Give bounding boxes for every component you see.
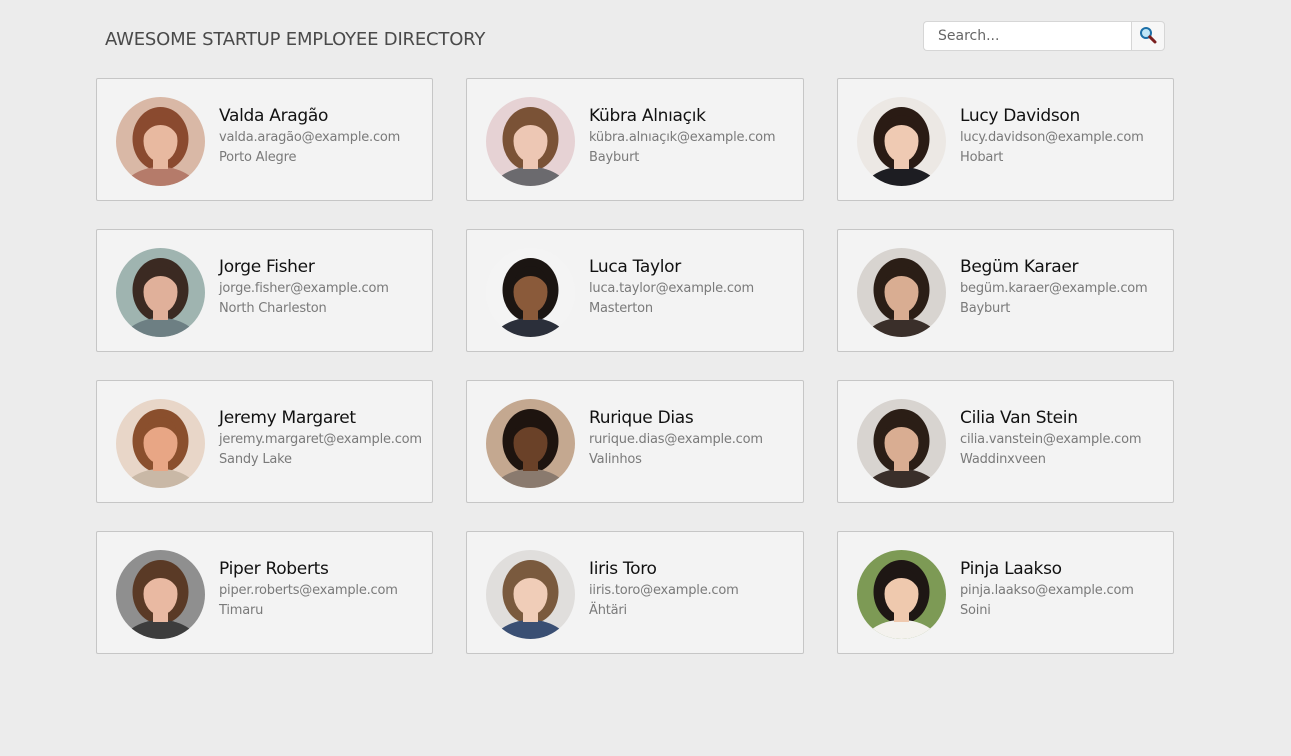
- employee-location: North Charleston: [219, 301, 327, 316]
- employee-card[interactable]: Begüm Karaer begüm.karaer@example.com Bayb…: [837, 229, 1174, 352]
- employee-avatar: [116, 399, 205, 488]
- employee-name: Lucy Davidson: [960, 106, 1080, 126]
- search-form: [923, 21, 1165, 51]
- employee-avatar: [116, 550, 205, 639]
- employee-card[interactable]: Cilia Van Stein cilia.vanstein@example.co…: [837, 380, 1174, 503]
- employee-card[interactable]: Pinja Laakso pinja.laakso@example.com Soin…: [837, 531, 1174, 654]
- employee-name: Luca Taylor: [589, 257, 681, 277]
- employee-avatar: [857, 399, 946, 488]
- employee-location: Hobart: [960, 150, 1004, 165]
- employee-email: jeremy.margaret@example.com: [219, 432, 422, 447]
- portrait-photo: [116, 399, 205, 488]
- employee-card[interactable]: Jeremy Margaret jeremy.margaret@example.c…: [96, 380, 433, 503]
- employee-location: Sandy Lake: [219, 452, 292, 467]
- employee-card[interactable]: Lucy Davidson lucy.davidson@example.com Ho…: [837, 78, 1174, 201]
- search-button[interactable]: [1131, 21, 1165, 51]
- employee-location: Waddinxveen: [960, 452, 1046, 467]
- employee-email: rurique.dias@example.com: [589, 432, 763, 447]
- employee-name: Piper Roberts: [219, 559, 329, 579]
- employee-card[interactable]: Kübra Alnıaçık kübra.alnıaçık@example.com…: [466, 78, 804, 201]
- employee-card[interactable]: Iiris Toro iiris.toro@example.com Ähtäri: [466, 531, 804, 654]
- employee-avatar: [116, 248, 205, 337]
- portrait-photo: [486, 550, 575, 639]
- employee-location: Ähtäri: [589, 603, 627, 618]
- employee-location: Timaru: [219, 603, 264, 618]
- employee-avatar: [857, 97, 946, 186]
- employee-location: Bayburt: [960, 301, 1011, 316]
- employee-email: piper.roberts@example.com: [219, 583, 398, 598]
- employee-email: begüm.karaer@example.com: [960, 281, 1148, 296]
- employee-name: Iiris Toro: [589, 559, 657, 579]
- portrait-photo: [116, 97, 205, 186]
- employee-name: Kübra Alnıaçık: [589, 106, 706, 126]
- employee-avatar: [857, 550, 946, 639]
- employee-avatar: [486, 399, 575, 488]
- portrait-photo: [857, 399, 946, 488]
- employee-card[interactable]: Rurique Dias rurique.dias@example.com Vali…: [466, 380, 804, 503]
- employee-name: Cilia Van Stein: [960, 408, 1078, 428]
- portrait-photo: [857, 248, 946, 337]
- employee-email: kübra.alnıaçık@example.com: [589, 130, 776, 145]
- employee-name: Valda Aragão: [219, 106, 329, 126]
- employee-name: Jorge Fisher: [219, 257, 315, 277]
- magnifier-icon: [1139, 26, 1157, 47]
- page-header: AWESOME STARTUP EMPLOYEE DIRECTORY: [105, 21, 1165, 58]
- employee-name: Jeremy Margaret: [219, 408, 356, 428]
- employee-card[interactable]: Jorge Fisher jorge.fisher@example.com Nort…: [96, 229, 433, 352]
- employee-avatar: [857, 248, 946, 337]
- employee-email: pinja.laakso@example.com: [960, 583, 1134, 598]
- portrait-photo: [857, 550, 946, 639]
- employee-grid: Valda Aragão valda.aragão@example.com Port…: [96, 78, 1174, 654]
- employee-avatar: [486, 550, 575, 639]
- page-title: AWESOME STARTUP EMPLOYEE DIRECTORY: [105, 29, 486, 50]
- portrait-photo: [486, 97, 575, 186]
- employee-name: Begüm Karaer: [960, 257, 1079, 277]
- employee-email: valda.aragão@example.com: [219, 130, 401, 145]
- employee-email: iiris.toro@example.com: [589, 583, 739, 598]
- employee-name: Rurique Dias: [589, 408, 694, 428]
- employee-location: Valinhos: [589, 452, 642, 467]
- employee-location: Bayburt: [589, 150, 640, 165]
- portrait-photo: [486, 399, 575, 488]
- employee-email: luca.taylor@example.com: [589, 281, 755, 296]
- employee-avatar: [116, 97, 205, 186]
- employee-name: Pinja Laakso: [960, 559, 1062, 579]
- portrait-photo: [116, 248, 205, 337]
- portrait-photo: [857, 97, 946, 186]
- employee-card[interactable]: Piper Roberts piper.roberts@example.com Ti…: [96, 531, 433, 654]
- employee-location: Soini: [960, 603, 991, 618]
- employee-email: jorge.fisher@example.com: [219, 281, 389, 296]
- employee-avatar: [486, 248, 575, 337]
- portrait-photo: [486, 248, 575, 337]
- employee-location: Masterton: [589, 301, 653, 316]
- employee-avatar: [486, 97, 575, 186]
- employee-email: cilia.vanstein@example.com: [960, 432, 1142, 447]
- employee-location: Porto Alegre: [219, 150, 297, 165]
- portrait-photo: [116, 550, 205, 639]
- employee-card[interactable]: Valda Aragão valda.aragão@example.com Port…: [96, 78, 433, 201]
- employee-email: lucy.davidson@example.com: [960, 130, 1144, 145]
- search-input[interactable]: [923, 21, 1131, 51]
- employee-card[interactable]: Luca Taylor luca.taylor@example.com Master…: [466, 229, 804, 352]
